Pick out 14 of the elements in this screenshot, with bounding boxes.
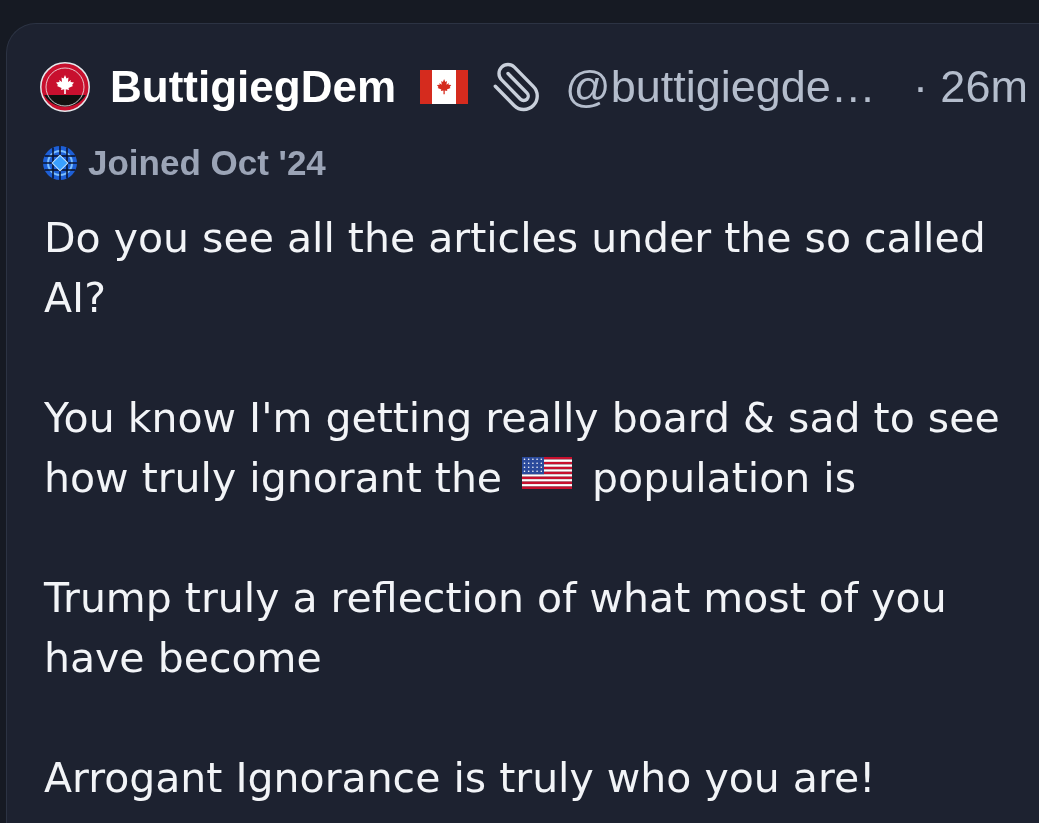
post-text: Arrogant Ignorance is truly who you are! [44, 754, 876, 802]
post-text: You know I'm getting really board & sad to see [44, 393, 1000, 444]
post-text: population is [592, 453, 857, 504]
joined-date: Joined Oct '24 [88, 143, 326, 183]
post-text: Trump truly a reflection of what most of you have become [44, 574, 947, 682]
display-name[interactable]: ButtigiegDem [110, 61, 396, 113]
post-text: how truly ignorant the [44, 453, 503, 504]
user-handle[interactable]: @buttigiegde… [565, 61, 876, 113]
us-flag-icon [522, 457, 573, 489]
post-time: · 26m [912, 61, 1028, 113]
canada-flag-icon [420, 70, 468, 104]
post-text: Do you see all the articles under the so called AI? [44, 214, 986, 322]
maple-leaf-avatar-icon[interactable] [40, 62, 90, 112]
circuit-badge-icon [42, 145, 78, 181]
